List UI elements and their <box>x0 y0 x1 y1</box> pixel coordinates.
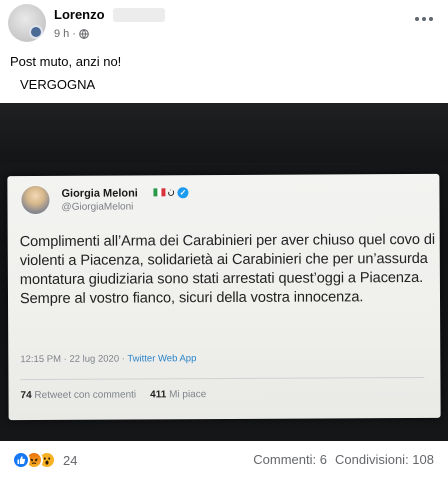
tweet-screenshot: Giorgia Meloni ن ✓ @GiorgiaMeloni Compli… <box>7 173 441 421</box>
photo-background <box>0 103 448 163</box>
verified-icon: ✓ <box>177 187 189 199</box>
tweet-meta: 12:15 PM · 22 lug 2020 · Twitter Web App <box>20 353 196 365</box>
reactions-count: 24 <box>63 452 78 468</box>
likes-count: 411 <box>150 389 167 401</box>
tweet-name-glyph: ن <box>167 186 175 198</box>
tweet-avatar <box>21 185 50 215</box>
more-dot <box>422 17 426 21</box>
author-name[interactable]: Lorenzo <box>54 7 105 22</box>
reactions-summary[interactable]: 24 <box>12 451 77 469</box>
engagement-stats: Commenti: 6 Condivisioni: 108 <box>253 452 434 467</box>
more-dot <box>429 17 433 21</box>
post-meta: 9 h · <box>54 28 89 40</box>
tweet-retweets: 74 Retweet con commenti <box>20 389 136 401</box>
italy-flag-icon <box>153 188 166 197</box>
more-options-button[interactable] <box>412 10 436 28</box>
tweet-text: Complimenti all’Arma dei Carabinieri per… <box>19 231 436 308</box>
tweet-datetime: 12:15 PM · 22 lug 2020 · <box>20 353 128 366</box>
more-dot <box>415 17 419 21</box>
retweets-label: Retweet con commenti <box>34 389 137 401</box>
tweet-app: Twitter Web App <box>127 353 197 365</box>
tweet-author-name: Giorgia Meloni <box>61 187 138 200</box>
tweet-handle: @GiorgiaMeloni <box>61 201 134 213</box>
tweet-divider <box>20 376 425 381</box>
tweet-likes: 411 Mi piace <box>150 389 206 400</box>
redacted-surname <box>113 8 165 22</box>
tweet-stats: 74 Retweet con commenti 411 Mi piace <box>20 389 206 401</box>
retweets-count: 74 <box>20 390 32 402</box>
shares-count[interactable]: Condivisioni: 108 <box>335 452 434 467</box>
post-time[interactable]: 9 h <box>54 28 69 40</box>
post-text: Post muto, anzi no! <box>10 54 122 69</box>
likes-label: Mi piace <box>169 389 207 401</box>
meta-separator: · <box>72 28 76 40</box>
post-photo[interactable]: Giorgia Meloni ن ✓ @GiorgiaMeloni Compli… <box>0 103 448 441</box>
comments-count[interactable]: Commenti: 6 <box>253 452 327 467</box>
avatar-badge <box>29 25 43 39</box>
post-text-secondary: VERGOGNA <box>20 77 96 92</box>
globe-icon <box>79 29 89 39</box>
facebook-post: Lorenzo 9 h · Post muto, anzi no! VERGOG… <box>0 0 448 485</box>
author-avatar[interactable] <box>8 4 46 42</box>
like-icon <box>12 451 30 469</box>
